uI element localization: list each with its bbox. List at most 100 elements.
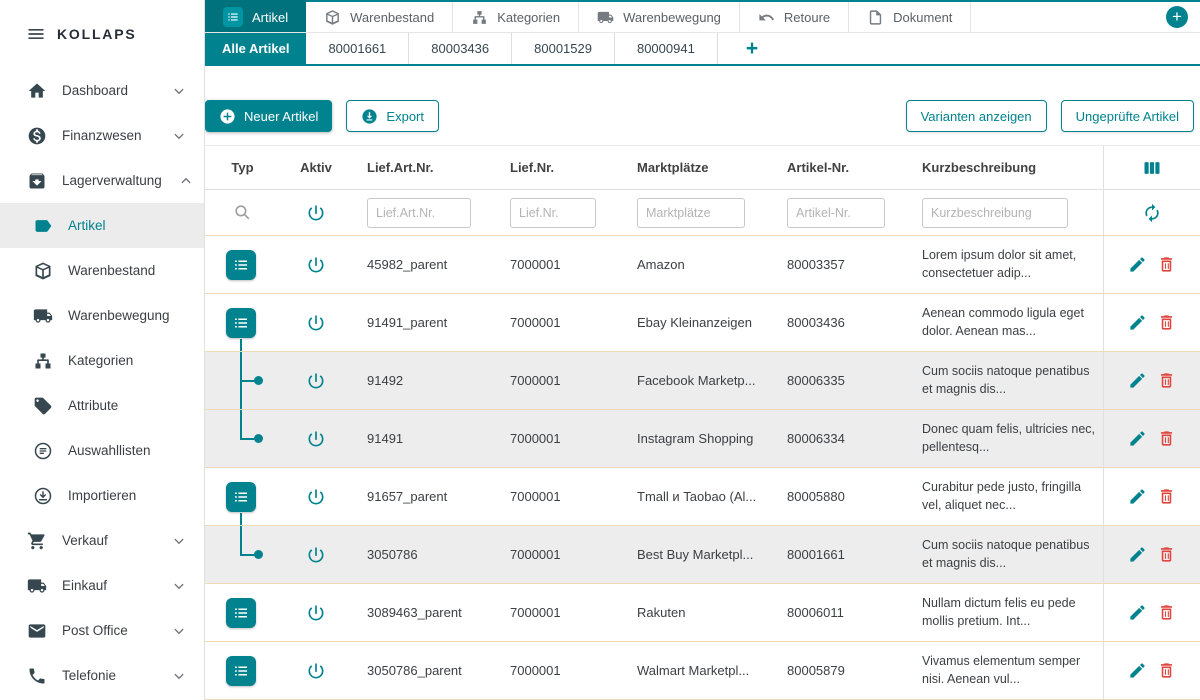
hamburger-menu-icon[interactable] xyxy=(26,24,46,44)
actions-cell xyxy=(1103,642,1200,699)
sidebar-item-kategorien[interactable]: Kategorien xyxy=(0,338,204,383)
article-tab-80001529[interactable]: 80001529 xyxy=(512,33,615,64)
sidebar-item-lagerverwaltung[interactable]: Lagerverwaltung xyxy=(0,158,204,203)
edit-button[interactable] xyxy=(1125,484,1150,509)
sidebar-item-artikel[interactable]: Artikel xyxy=(0,203,204,248)
module-tab-bar: Artikel Warenbestand Kategorien Warenbew… xyxy=(205,0,1200,33)
edit-button[interactable] xyxy=(1125,658,1150,683)
expand-variants-button[interactable] xyxy=(226,308,256,338)
add-module-tab-button[interactable]: + xyxy=(1166,6,1188,28)
delete-button[interactable] xyxy=(1154,310,1179,335)
lief-nr-cell: 7000001 xyxy=(495,257,622,272)
lief-art-nr-cell: 91492 xyxy=(352,373,495,388)
filter-lief-art-nr-input[interactable] xyxy=(367,198,471,228)
active-toggle-button[interactable] xyxy=(303,310,329,336)
sidebar-item-warenbestand[interactable]: Warenbestand xyxy=(0,248,204,293)
sidebar-item-einkauf[interactable]: Einkauf xyxy=(0,563,204,608)
filter-artikel-nr-input[interactable] xyxy=(787,198,885,228)
sidebar-item-post-office[interactable]: Post Office xyxy=(0,608,204,653)
module-tab-dokument[interactable]: Dokument xyxy=(849,2,971,32)
artikel-nr-cell: 80006335 xyxy=(772,373,907,388)
edit-button[interactable] xyxy=(1125,426,1150,451)
active-toggle-button[interactable] xyxy=(303,252,329,278)
article-tab-80000941[interactable]: 80000941 xyxy=(615,33,718,64)
sidebar-item-auswahllisten[interactable]: Auswahllisten xyxy=(0,428,204,473)
new-article-button[interactable]: Neuer Artikel xyxy=(205,100,332,132)
trash-icon xyxy=(1157,255,1176,274)
chevron-down-icon xyxy=(170,82,188,100)
sidebar-item-verkauf[interactable]: Verkauf xyxy=(0,518,204,563)
app-name: KOLLAPS xyxy=(57,26,137,42)
column-header-lief-art-nr: Lief.Art.Nr. xyxy=(352,160,495,175)
delete-button[interactable] xyxy=(1154,658,1179,683)
article-tab-label: 80003436 xyxy=(431,41,489,56)
edit-button[interactable] xyxy=(1125,542,1150,567)
delete-button[interactable] xyxy=(1154,426,1179,451)
edit-button[interactable] xyxy=(1125,600,1150,625)
tree-connector-line xyxy=(240,526,242,555)
article-tab-80001661[interactable]: 80001661 xyxy=(306,33,409,64)
artikel-nr-cell: 80006011 xyxy=(772,605,907,620)
edit-button[interactable] xyxy=(1125,310,1150,335)
edit-button[interactable] xyxy=(1125,368,1150,393)
export-label: Export xyxy=(386,109,424,124)
sidebar-item-label: Telefonie xyxy=(62,668,116,683)
add-article-tab-button[interactable]: + xyxy=(732,33,772,64)
module-tab-warenbewegung[interactable]: Warenbewegung xyxy=(579,2,740,32)
plus-circle-icon xyxy=(219,108,236,125)
expand-variants-button[interactable] xyxy=(226,598,256,628)
active-toggle-button[interactable] xyxy=(303,368,329,394)
sidebar-item-dashboard[interactable]: Dashboard xyxy=(0,68,204,113)
export-button[interactable]: Export xyxy=(346,100,439,132)
phone-icon xyxy=(27,666,47,686)
unchecked-articles-button[interactable]: Ungeprüfte Artikel xyxy=(1061,100,1194,132)
active-toggle-button[interactable] xyxy=(303,484,329,510)
show-variants-label: Varianten anzeigen xyxy=(921,109,1032,124)
table-row: 45982_parent 7000001 Amazon 80003357 Lor… xyxy=(205,236,1200,294)
filter-marktplaetze-input[interactable] xyxy=(637,198,745,228)
active-toggle-button[interactable] xyxy=(303,658,329,684)
article-tab-label: Alle Artikel xyxy=(222,41,289,56)
edit-button[interactable] xyxy=(1125,252,1150,277)
module-tab-kategorien[interactable]: Kategorien xyxy=(453,2,579,32)
sidebar-item-finanzwesen[interactable]: Finanzwesen xyxy=(0,113,204,158)
filter-kurzbeschreibung-input[interactable] xyxy=(922,198,1068,228)
expand-variants-button[interactable] xyxy=(226,250,256,280)
article-tab-alle-artikel[interactable]: Alle Artikel xyxy=(205,33,306,64)
active-toggle-button[interactable] xyxy=(303,600,329,626)
trash-icon xyxy=(1157,371,1176,390)
delete-button[interactable] xyxy=(1154,484,1179,509)
warehouse-archive-icon xyxy=(27,171,47,191)
active-toggle-button[interactable] xyxy=(303,426,329,452)
sidebar-item-attribute[interactable]: Attribute xyxy=(0,383,204,428)
delete-button[interactable] xyxy=(1154,600,1179,625)
delete-button[interactable] xyxy=(1154,252,1179,277)
kurzbeschreibung-cell: Cum sociis natoque penatibus et magnis d… xyxy=(907,537,1103,572)
sidebar-item-importieren[interactable]: Importieren xyxy=(0,473,204,518)
edit-pencil-icon xyxy=(1128,371,1147,390)
edit-pencil-icon xyxy=(1128,603,1147,622)
kurzbeschreibung-cell: Vivamus elementum semper nisi. Aenean vu… xyxy=(907,653,1103,688)
module-tab-warenbestand[interactable]: Warenbestand xyxy=(306,2,453,32)
artikel-nr-cell: 80003357 xyxy=(772,257,907,272)
refresh-button[interactable] xyxy=(1139,200,1165,226)
show-variants-button[interactable]: Varianten anzeigen xyxy=(906,100,1047,132)
power-toggle-icon xyxy=(306,371,326,391)
expand-variants-button[interactable] xyxy=(226,656,256,686)
marktplatz-cell: Rakuten xyxy=(622,605,772,620)
column-settings-button[interactable] xyxy=(1139,155,1165,181)
filter-lief-nr-input[interactable] xyxy=(510,198,596,228)
expand-variants-button[interactable] xyxy=(226,482,256,512)
active-toggle-button[interactable] xyxy=(303,542,329,568)
delete-button[interactable] xyxy=(1154,368,1179,393)
article-list-icon xyxy=(223,7,243,27)
module-tab-artikel[interactable]: Artikel xyxy=(205,0,306,32)
delete-button[interactable] xyxy=(1154,542,1179,567)
active-filter-toggle[interactable] xyxy=(303,200,329,226)
module-tab-retoure[interactable]: Retoure xyxy=(740,2,849,32)
article-tab-label: 80001529 xyxy=(534,41,592,56)
sidebar-item-telefonie[interactable]: Telefonie xyxy=(0,653,204,698)
trash-icon xyxy=(1157,429,1176,448)
sidebar-item-warenbewegung[interactable]: Warenbewegung xyxy=(0,293,204,338)
article-tab-80003436[interactable]: 80003436 xyxy=(409,33,512,64)
